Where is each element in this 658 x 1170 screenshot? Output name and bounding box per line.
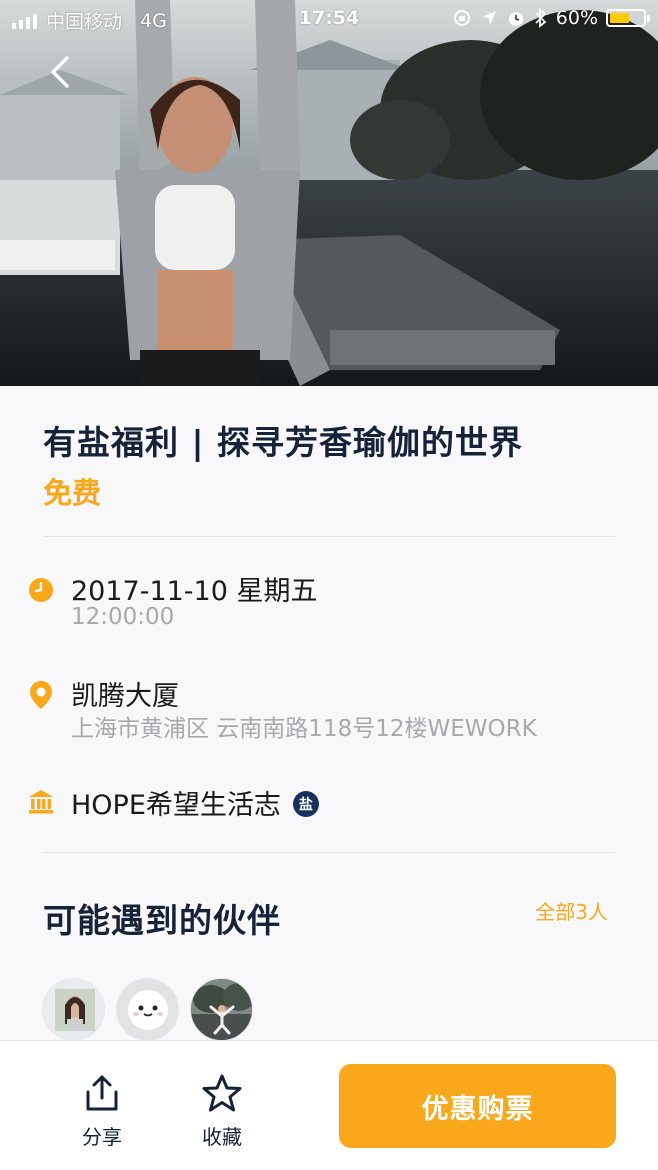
chevron-left-icon [51,56,69,88]
share-icon [86,1075,118,1111]
battery-percent: 60% [555,7,598,29]
event-detail: 有盐福利 | 探寻芳香瑜伽的世界 免费 2017-11-10 星期五 12:00… [0,386,658,1041]
star-icon [202,1074,242,1112]
organizer-name: HOPE希望生活志盐 [71,783,319,822]
event-date: 2017-11-10 星期五 [71,576,318,607]
organizer-badge-icon: 盐 [292,790,319,817]
share-label: 分享 [82,1125,122,1149]
woman-portrait-avatar-image [43,979,104,1040]
bottom-action-bar: 分享 收藏 优惠购票 [0,1040,658,1170]
avatar[interactable] [42,978,105,1041]
hero-photo [0,0,658,386]
see-all-partners-link[interactable]: 全部3人 [535,896,608,925]
partner-avatars [42,978,253,1041]
cartoon-face-avatar-image [117,979,178,1040]
organizer-row[interactable]: HOPE希望生活志盐 [28,783,628,823]
avatar[interactable] [116,978,179,1041]
partners-title: 可能遇到的伙伴 [43,901,281,940]
favorite-button[interactable]: 收藏 [182,1071,262,1150]
clock-icon [29,578,53,602]
date-time-row: 2017-11-10 星期五 12:00:00 [28,569,628,639]
share-button[interactable]: 分享 [62,1071,142,1150]
alarm-icon [508,12,523,26]
divider [43,852,615,853]
venue-address: 上海市黄浦区 云南南路118号12楼WEWORK [71,716,537,742]
orientation-lock-icon [453,10,470,26]
hero-image: 中国移动 4G 17:54 60% [0,0,658,386]
battery-icon [606,9,650,27]
location-row[interactable]: 凯腾大厦 上海市黄浦区 云南南路118号12楼WEWORK [28,674,628,744]
favorite-label: 收藏 [202,1125,242,1149]
event-time: 12:00:00 [71,604,175,630]
divider [43,536,615,537]
location-pin-icon [30,681,52,709]
institution-icon [29,790,53,814]
location-arrow-icon [481,11,496,25]
event-title: 有盐福利 | 探寻芳香瑜伽的世界 [43,423,524,462]
yoga-pose-photo-avatar-image [191,979,252,1040]
venue-name: 凯腾大厦 [71,681,179,712]
status-bar: 中国移动 4G 17:54 60% [0,0,658,38]
bluetooth-icon [535,8,547,28]
organizer-label: HOPE希望生活志 [71,790,281,821]
buy-ticket-button[interactable]: 优惠购票 [339,1064,616,1148]
avatar[interactable] [190,978,253,1041]
back-button[interactable] [40,52,80,92]
event-price: 免费 [43,476,102,510]
